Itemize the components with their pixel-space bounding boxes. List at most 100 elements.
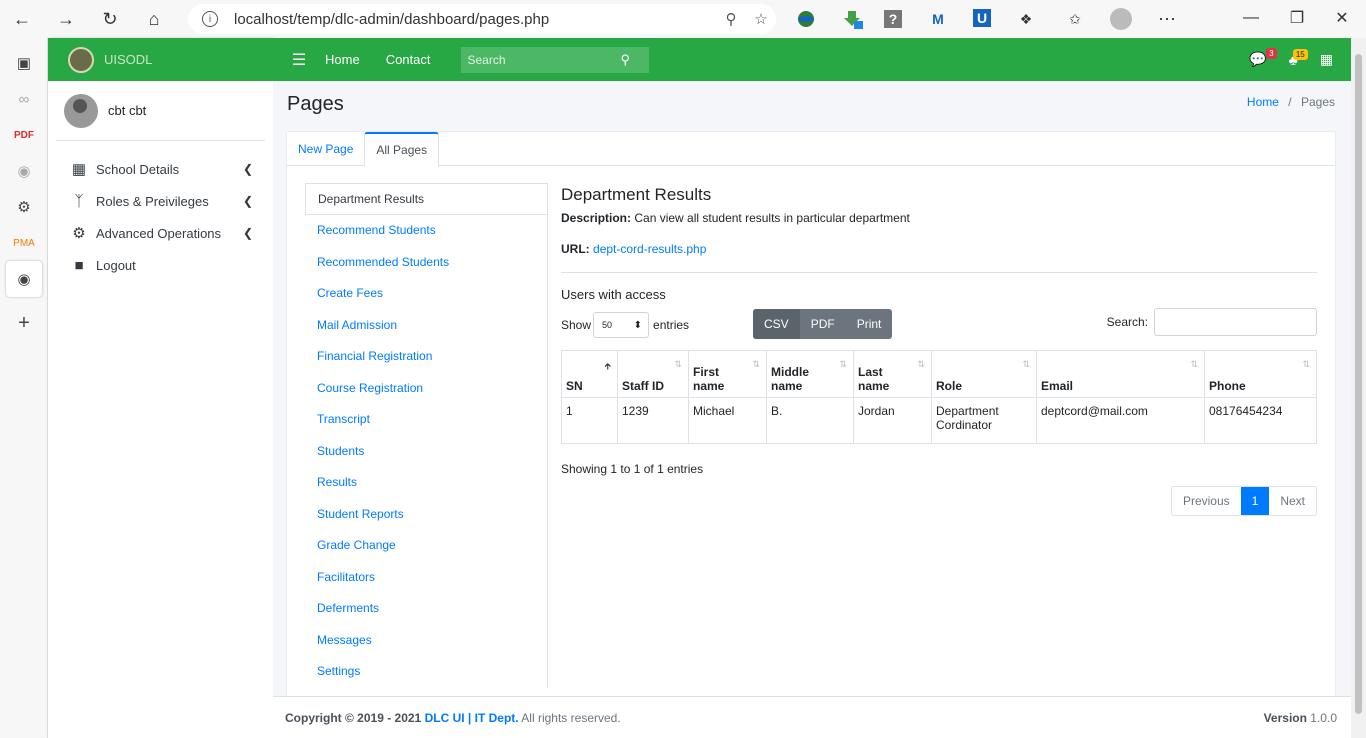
table-controls: Show 50 entries CSV PDF Print Search: (561, 308, 1317, 340)
globe-ext-icon[interactable] (795, 8, 817, 30)
pdf-button[interactable]: PDF (800, 309, 846, 339)
list-item[interactable]: Facilitators (305, 561, 547, 593)
avatar (64, 93, 98, 128)
close-icon[interactable]: ✕ (1322, 6, 1362, 30)
breadcrumb-separator: / (1288, 95, 1292, 109)
list-item[interactable]: Deferments (305, 593, 547, 625)
page-title: Pages (287, 93, 344, 115)
user-name[interactable]: cbt cbt (108, 103, 146, 118)
breadcrumb: Home / Pages (1247, 95, 1335, 109)
pdf-icon[interactable]: PDF (0, 117, 48, 153)
col-first-name[interactable]: First name ⇅ (688, 350, 767, 398)
tab-all-pages[interactable]: All Pages (364, 132, 440, 167)
list-item[interactable]: Recommended Students (305, 246, 547, 278)
favorites-icon[interactable]: ✩ (1064, 8, 1086, 30)
navbar-search-input[interactable] (460, 52, 621, 67)
grid-icon[interactable]: ▦ (1320, 51, 1333, 68)
print-button[interactable]: Print (846, 309, 893, 339)
list-item[interactable]: Results (305, 467, 547, 499)
search-icon[interactable]: ⚲ (621, 52, 631, 68)
puzzle-icon[interactable]: ❖ (1015, 8, 1037, 30)
profile-icon[interactable] (1110, 8, 1132, 30)
page-1-button[interactable]: 1 (1240, 487, 1270, 515)
pagination: Previous 1 Next (1170, 486, 1317, 516)
sidebar-item-label: Logout (96, 257, 136, 273)
sync-icon[interactable]: ∞ (0, 81, 48, 117)
user-panel[interactable]: cbt cbt (56, 81, 265, 141)
minimize-icon[interactable]: — (1231, 6, 1271, 30)
csv-button[interactable]: CSV (753, 309, 800, 339)
list-item[interactable]: Recommend Students (305, 215, 547, 247)
sidebar-item-logout[interactable]: ■ Logout (48, 249, 273, 281)
chevron-left-icon: ❮ (242, 194, 253, 208)
settings-icon[interactable]: ⚙ (0, 189, 48, 225)
footer-org1-link[interactable]: DLC UI (425, 711, 465, 725)
sidebar-item-school-details[interactable]: ▦ School Details ❮ (48, 153, 273, 185)
page-scrollbar[interactable] (1351, 38, 1366, 738)
col-sn[interactable]: SN 🡱 (561, 350, 618, 398)
version-number: 1.0.0 (1310, 710, 1337, 725)
col-middle-name[interactable]: Middle name ⇅ (766, 350, 854, 398)
messages-icon[interactable]: 💬 3 (1249, 48, 1277, 68)
list-item[interactable]: Financial Registration (305, 341, 547, 373)
entries-select[interactable]: 50 (593, 312, 650, 338)
col-email[interactable]: Email ⇅ (1036, 350, 1205, 398)
scrollbar-thumb[interactable] (1355, 54, 1362, 714)
list-item[interactable]: Transcript (305, 404, 547, 436)
zoom-icon[interactable]: ⚲ (716, 10, 746, 28)
tabs-icon[interactable]: ▣ (0, 45, 48, 81)
list-item[interactable]: Course Registration (305, 372, 547, 404)
list-item[interactable]: Messages (305, 624, 547, 656)
list-item[interactable]: Create Fees (305, 278, 547, 310)
footer-org2-link[interactable]: IT Dept. (475, 711, 519, 725)
url-link[interactable]: dept-cord-results.php (593, 242, 706, 256)
add-icon[interactable]: + (0, 305, 48, 341)
help-ext-icon[interactable]: ? (884, 10, 902, 28)
app-icon[interactable]: ◉ (0, 153, 48, 189)
table-search-input[interactable] (1154, 308, 1317, 336)
col-last-name[interactable]: Last name ⇅ (853, 350, 932, 398)
search-label: Search: (1106, 315, 1148, 329)
app-sidebar: UISODL cbt cbt ▦ School Details ❮ ᛉ Role… (48, 38, 273, 738)
pma-icon[interactable]: PMA (0, 225, 48, 261)
entries-label: entries (653, 318, 690, 332)
list-item[interactable]: Settings (305, 656, 547, 688)
notifications-icon[interactable]: ♣ 15 (1289, 48, 1308, 68)
next-button[interactable]: Next (1269, 487, 1316, 515)
add-favorite-icon[interactable]: ☆ (746, 10, 776, 28)
restore-icon[interactable]: ❐ (1277, 6, 1317, 30)
col-label: Role (936, 379, 963, 393)
col-phone[interactable]: Phone ⇅ (1204, 350, 1317, 398)
nav-contact-link[interactable]: Contact (386, 52, 431, 67)
sidebar-item-advanced[interactable]: ⚙ Advanced Operations ❮ (48, 217, 273, 249)
address-bar[interactable]: i localhost/temp/dlc-admin/dashboard/pag… (188, 4, 776, 34)
site-info-icon[interactable]: i (202, 11, 218, 27)
list-item[interactable]: Students (305, 435, 547, 467)
list-item[interactable]: Grade Change (305, 530, 547, 562)
more-icon[interactable]: ⋯ (1156, 8, 1178, 30)
list-item[interactable]: Student Reports (305, 498, 547, 530)
users-heading: Users with access (561, 287, 666, 302)
lock-icon: ■ (74, 256, 84, 274)
col-role[interactable]: Role ⇅ (931, 350, 1037, 398)
tab-new-page[interactable]: New Page (287, 132, 364, 166)
list-item[interactable]: Department Results (305, 183, 547, 215)
site-shortcut-icon[interactable]: ◉ (6, 261, 42, 297)
u-ext-icon[interactable]: U (973, 9, 991, 27)
nav-home-link[interactable]: Home (325, 52, 360, 67)
previous-button[interactable]: Previous (1172, 487, 1241, 515)
reload-icon[interactable]: ↻ (88, 0, 132, 38)
table-row: 1 1239 Michael B. Jordan Department Cord… (561, 397, 1317, 444)
list-item[interactable]: Mail Admission (305, 309, 547, 341)
col-staff-id[interactable]: Staff ID ⇅ (617, 350, 689, 398)
download-ext-icon[interactable] (842, 8, 864, 30)
back-icon[interactable]: ← (0, 0, 44, 38)
sidebar-item-roles[interactable]: ᛉ Roles & Preivileges ❮ (48, 185, 273, 217)
forward-icon[interactable]: → (44, 0, 88, 38)
home-icon[interactable]: ⌂ (132, 0, 176, 38)
brand[interactable]: UISODL (48, 38, 273, 81)
col-label: Staff ID (622, 379, 664, 393)
m-ext-icon[interactable]: M (927, 8, 949, 30)
menu-toggle-icon[interactable]: ☰ (273, 50, 325, 70)
breadcrumb-home[interactable]: Home (1247, 95, 1279, 109)
